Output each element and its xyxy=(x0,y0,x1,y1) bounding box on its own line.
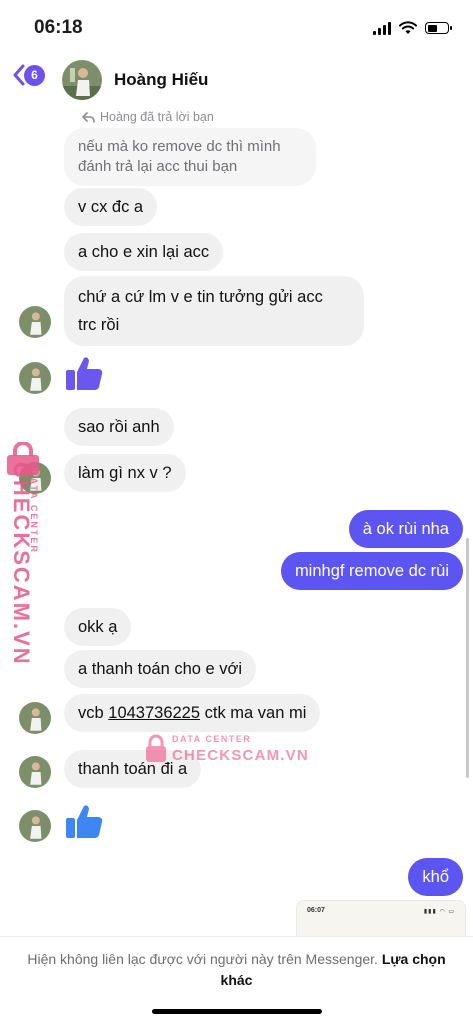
account-number-link[interactable]: 1043736225 xyxy=(108,704,200,722)
message-bubble[interactable]: làm gì nx v ? xyxy=(64,454,186,492)
unavailable-notice: Hiện không liên lạc được với người này t… xyxy=(20,949,453,991)
watermark-brand: CHECKSCAM.VN xyxy=(9,462,34,666)
message-bubble[interactable]: a thanh toán cho e với xyxy=(64,650,257,688)
home-indicator[interactable] xyxy=(152,1009,322,1014)
signal-icon xyxy=(373,21,391,35)
message-bubble[interactable]: sao rồi anh xyxy=(64,408,174,446)
quoted-message[interactable]: nếu mà ko remove dc thì mình đánh trả lạ… xyxy=(64,128,316,186)
message-bubble-outgoing[interactable]: minhgf remove dc rùi xyxy=(280,552,463,590)
status-icons xyxy=(373,20,452,36)
message-text: ctk ma van mi xyxy=(200,704,307,722)
sender-avatar[interactable] xyxy=(19,810,51,842)
message-line: chứ a cứ lm v e tin tưởng gửi acc xyxy=(78,288,323,306)
message-bubble[interactable]: chứ a cứ lm v e tin tưởng gửi acc trc rồ… xyxy=(64,276,364,346)
unread-count-badge: 6 xyxy=(24,64,45,86)
sender-avatar[interactable] xyxy=(19,362,51,394)
watermark-label: DATA CENTER xyxy=(172,734,252,744)
scrollbar[interactable] xyxy=(466,538,469,778)
chat-header: 6 Hoàng Hiếu xyxy=(0,52,473,108)
message-bubble-outgoing[interactable]: khổ xyxy=(408,858,463,896)
battery-icon xyxy=(425,22,452,34)
composer-disabled-area: Hiện không liên lạc được với người này t… xyxy=(0,936,473,1025)
image-attachment-preview[interactable]: 06:07 ▮▮▮ ◠ ▭ xyxy=(296,900,466,936)
reply-indicator: Hoàng đã trả lời bạn xyxy=(82,110,214,124)
thumbs-up-icon[interactable] xyxy=(64,800,106,842)
status-bar: 06:18 xyxy=(0,0,473,52)
preview-status-icons: ▮▮▮ ◠ ▭ xyxy=(423,909,455,915)
status-time: 06:18 xyxy=(34,17,83,38)
message-line: trc rồi xyxy=(78,316,120,334)
sender-avatar[interactable] xyxy=(19,756,51,788)
message-bubble[interactable]: v cx đc a xyxy=(64,188,158,226)
message-list[interactable]: Hoàng đã trả lời bạn nếu mà ko remove dc… xyxy=(0,108,473,936)
watermark-brand: CHECKSCAM.VN xyxy=(172,747,309,764)
preview-time: 06:07 xyxy=(307,907,325,914)
reply-arrow-icon xyxy=(82,111,95,123)
message-bubble[interactable]: okk ạ xyxy=(64,608,132,646)
message-text: vcb xyxy=(78,704,109,722)
wifi-icon xyxy=(399,21,417,34)
contact-avatar[interactable] xyxy=(62,60,102,100)
lock-icon xyxy=(146,734,166,762)
notice-text: Hiện không liên lạc được với người này t… xyxy=(27,951,378,967)
message-bubble-outgoing[interactable]: à ok rùi nha xyxy=(348,510,463,548)
thumbs-up-icon[interactable] xyxy=(64,352,106,394)
sender-avatar[interactable] xyxy=(19,702,51,734)
watermark-center: DATA CENTER CHECKSCAM.VN xyxy=(144,734,308,774)
contact-name[interactable]: Hoàng Hiếu xyxy=(114,70,208,90)
reply-note-text: Hoàng đã trả lời bạn xyxy=(100,110,214,124)
message-bubble[interactable]: a cho e xin lại acc xyxy=(64,233,224,271)
message-bubble[interactable]: vcb 1043736225 ctk ma van mi xyxy=(64,694,321,732)
sender-avatar[interactable] xyxy=(19,306,51,338)
back-button[interactable]: 6 xyxy=(12,64,45,86)
